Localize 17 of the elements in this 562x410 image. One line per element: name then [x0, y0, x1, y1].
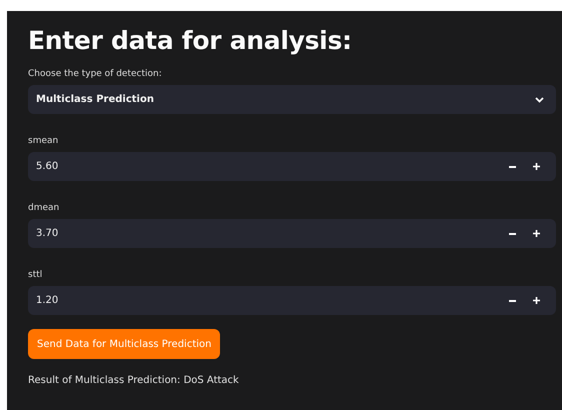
chevron-down-icon [535, 96, 544, 102]
number-input[interactable]: 3.70 [28, 219, 556, 248]
plus-icon [532, 163, 540, 170]
number-input[interactable]: 5.60 [28, 152, 556, 181]
detection-select[interactable]: Multiclass Prediction [28, 85, 556, 114]
plus-icon [532, 297, 540, 304]
minus-icon [508, 166, 516, 168]
plus-icon [532, 230, 540, 237]
field-label: Choose the type of detection: [28, 69, 162, 80]
field-label: dmean [28, 203, 60, 214]
result-text: Result of Multiclass Prediction: DoS Attack [28, 375, 239, 386]
minus-icon [508, 300, 516, 302]
field-label: sttl [28, 270, 42, 281]
number-input[interactable]: 1.20 [28, 286, 556, 315]
field-label: smean [28, 136, 58, 147]
minus-icon [508, 232, 516, 234]
page-title: Enter data for analysis: [28, 27, 353, 55]
